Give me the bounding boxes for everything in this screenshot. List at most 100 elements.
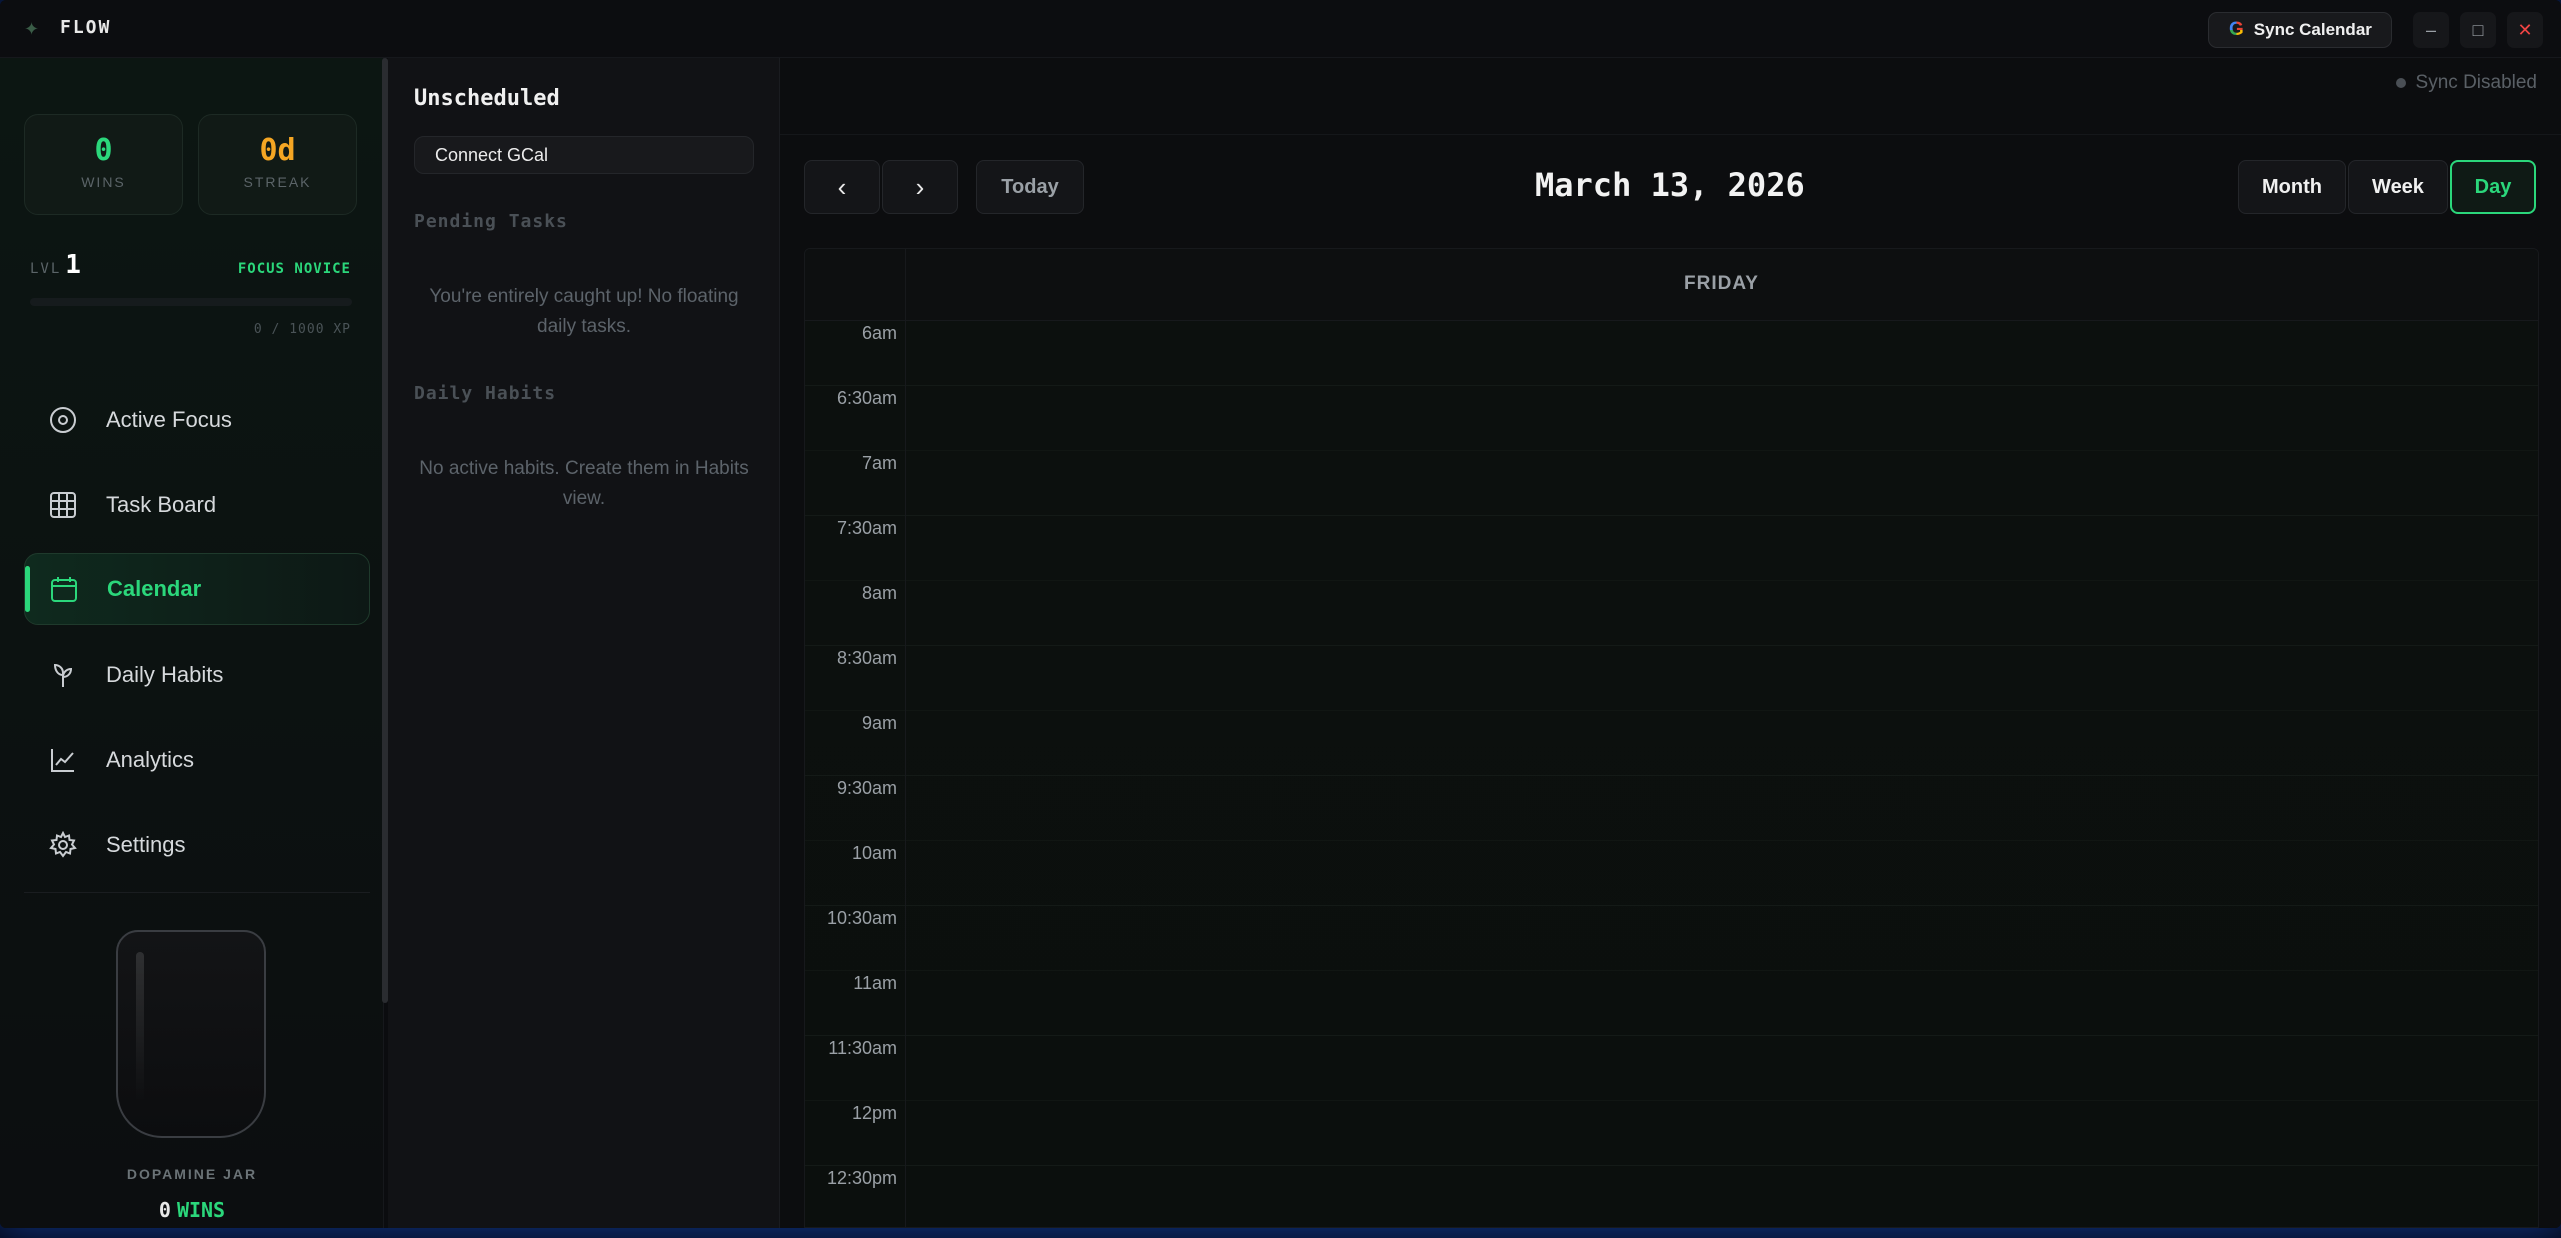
time-label: 9am	[861, 713, 897, 733]
day-grid[interactable]: FRIDAY 6am 6:30am 7am 7:30am 8am 8:30am 9am 9:3…	[804, 248, 2539, 1228]
date-title: March 13, 2026	[1535, 166, 1805, 204]
nav-item-calendar[interactable]: Calendar	[24, 553, 370, 625]
sync-status-label: Sync Disabled	[2415, 72, 2537, 93]
google-icon: G	[2229, 19, 2244, 40]
calendar-main: Sync Disabled ‹ › Today March 13, 2026 M…	[780, 58, 2561, 1228]
time-label: 12pm	[851, 1103, 897, 1123]
nav-label: Active Focus	[106, 407, 232, 432]
pending-tasks-empty: You're entirely caught up! No floating d…	[429, 286, 739, 337]
close-button[interactable]: ✕	[2507, 12, 2543, 48]
time-slot-row[interactable]: 6am	[805, 321, 2538, 386]
level-label: LVL	[30, 261, 62, 277]
day-header: FRIDAY	[805, 249, 2538, 321]
view-day-button[interactable]: Day	[2450, 160, 2536, 214]
time-slot-row[interactable]: 7am	[805, 451, 2538, 516]
time-label: 6:30am	[836, 388, 897, 408]
dopamine-jar	[116, 930, 266, 1138]
time-slot-row[interactable]: 11:30am	[805, 1036, 2538, 1101]
nav-label: Calendar	[107, 576, 202, 601]
streak-value: 0d	[259, 133, 296, 168]
xp-text: 0 / 1000 XP	[253, 322, 351, 337]
maximize-button[interactable]: □	[2460, 12, 2496, 48]
rank-badge: FOCUS NOVICE	[237, 261, 351, 277]
sync-calendar-label: Sync Calendar	[2253, 20, 2372, 39]
app-window: ✦ FLOW G Sync Calendar – □ ✕ 0 WINS 0d S…	[0, 0, 2561, 1228]
time-slot-row[interactable]: 9:30am	[805, 776, 2538, 841]
jar-wins-word: WINS	[176, 1198, 226, 1222]
nav-label: Analytics	[106, 747, 195, 772]
chevron-right-icon: ›	[915, 171, 925, 202]
chevron-left-icon: ‹	[837, 171, 847, 202]
time-label: 10:30am	[826, 908, 897, 928]
target-icon	[48, 405, 78, 435]
time-slot-row[interactable]: 8am	[805, 581, 2538, 646]
calendar-divider	[780, 134, 2561, 135]
gear-icon	[48, 830, 78, 860]
wins-card: 0 WINS	[24, 114, 183, 215]
nav-item-settings[interactable]: Settings	[24, 809, 370, 881]
sync-status-dot	[2395, 78, 2406, 88]
next-button[interactable]: ›	[882, 160, 958, 214]
prev-button[interactable]: ‹	[804, 160, 880, 214]
pending-tasks-heading: Pending Tasks	[414, 211, 568, 232]
time-slot-row[interactable]: 7:30am	[805, 516, 2538, 581]
time-slot-row[interactable]: 12pm	[805, 1101, 2538, 1166]
time-slot-row[interactable]: 8:30am	[805, 646, 2538, 711]
time-label: 9:30am	[836, 778, 897, 798]
time-slot-row[interactable]: 10:30am	[805, 906, 2538, 971]
nav-item-active-focus[interactable]: Active Focus	[24, 384, 370, 456]
streak-label: STREAK	[243, 174, 312, 190]
nav-label: Daily Habits	[106, 662, 224, 687]
time-slot-row[interactable]: 6:30am	[805, 386, 2538, 451]
time-slot-row[interactable]: 10am	[805, 841, 2538, 906]
nav-item-task-board[interactable]: Task Board	[24, 469, 370, 541]
time-label: 7am	[861, 453, 897, 473]
jar-shine	[136, 952, 144, 1102]
dopamine-jar-label: DOPAMINE JAR	[126, 1166, 258, 1182]
app-logo-icon: ✦	[24, 19, 40, 39]
daily-habits-empty: No active habits. Create them in Habits …	[419, 458, 749, 509]
sidebar-divider	[24, 892, 370, 893]
app-title: FLOW	[60, 17, 112, 38]
sync-calendar-button[interactable]: G Sync Calendar	[2208, 12, 2392, 48]
time-label: 10am	[851, 843, 897, 863]
time-label: 7:30am	[836, 518, 897, 538]
level-number: 1	[65, 250, 81, 280]
grid-icon	[48, 490, 78, 520]
jar-wins: 0 WINS	[0, 1198, 384, 1222]
unscheduled-panel: Unscheduled Connect GCal Pending Tasks Y…	[388, 58, 780, 1228]
time-slot-row[interactable]: 11am	[805, 971, 2538, 1036]
chart-line-icon	[48, 745, 78, 775]
time-slot-row[interactable]: 9am	[805, 711, 2538, 776]
nav-item-analytics[interactable]: Analytics	[24, 724, 370, 796]
wins-value: 0	[94, 133, 113, 168]
unscheduled-title: Unscheduled	[414, 86, 560, 111]
time-slot-row[interactable]: 12:30pm	[805, 1166, 2538, 1227]
minimize-button[interactable]: –	[2413, 12, 2449, 48]
daily-habits-heading: Daily Habits	[414, 383, 557, 404]
time-label: 8am	[861, 583, 897, 603]
view-week-button[interactable]: Week	[2348, 160, 2448, 214]
nav-label: Task Board	[106, 492, 217, 517]
day-name: FRIDAY	[1684, 273, 1759, 294]
connect-gcal-button[interactable]: Connect GCal	[414, 136, 754, 174]
sidebar: 0 WINS 0d STREAK LVL 1 FOCUS NOVICE 0 / 1…	[0, 58, 384, 1228]
time-label: 11:30am	[828, 1038, 897, 1058]
view-month-button[interactable]: Month	[2238, 160, 2346, 214]
wins-label: WINS	[81, 174, 126, 190]
jar-wins-count: 0	[158, 1198, 171, 1222]
title-bar: ✦ FLOW G Sync Calendar – □ ✕	[0, 0, 2561, 58]
today-button[interactable]: Today	[976, 160, 1084, 214]
calendar-icon	[49, 574, 79, 604]
time-label: 6am	[861, 323, 897, 343]
streak-card: 0d STREAK	[198, 114, 357, 215]
sprout-icon	[48, 660, 78, 690]
time-label: 8:30am	[836, 648, 897, 668]
nav-label: Settings	[106, 832, 186, 857]
time-column-divider	[905, 249, 906, 1227]
time-label: 12:30pm	[826, 1168, 897, 1188]
level-indicator: LVL 1	[30, 250, 81, 280]
xp-progress-bar	[30, 298, 352, 306]
time-label: 11am	[853, 973, 897, 993]
nav-item-daily-habits[interactable]: Daily Habits	[24, 639, 370, 711]
